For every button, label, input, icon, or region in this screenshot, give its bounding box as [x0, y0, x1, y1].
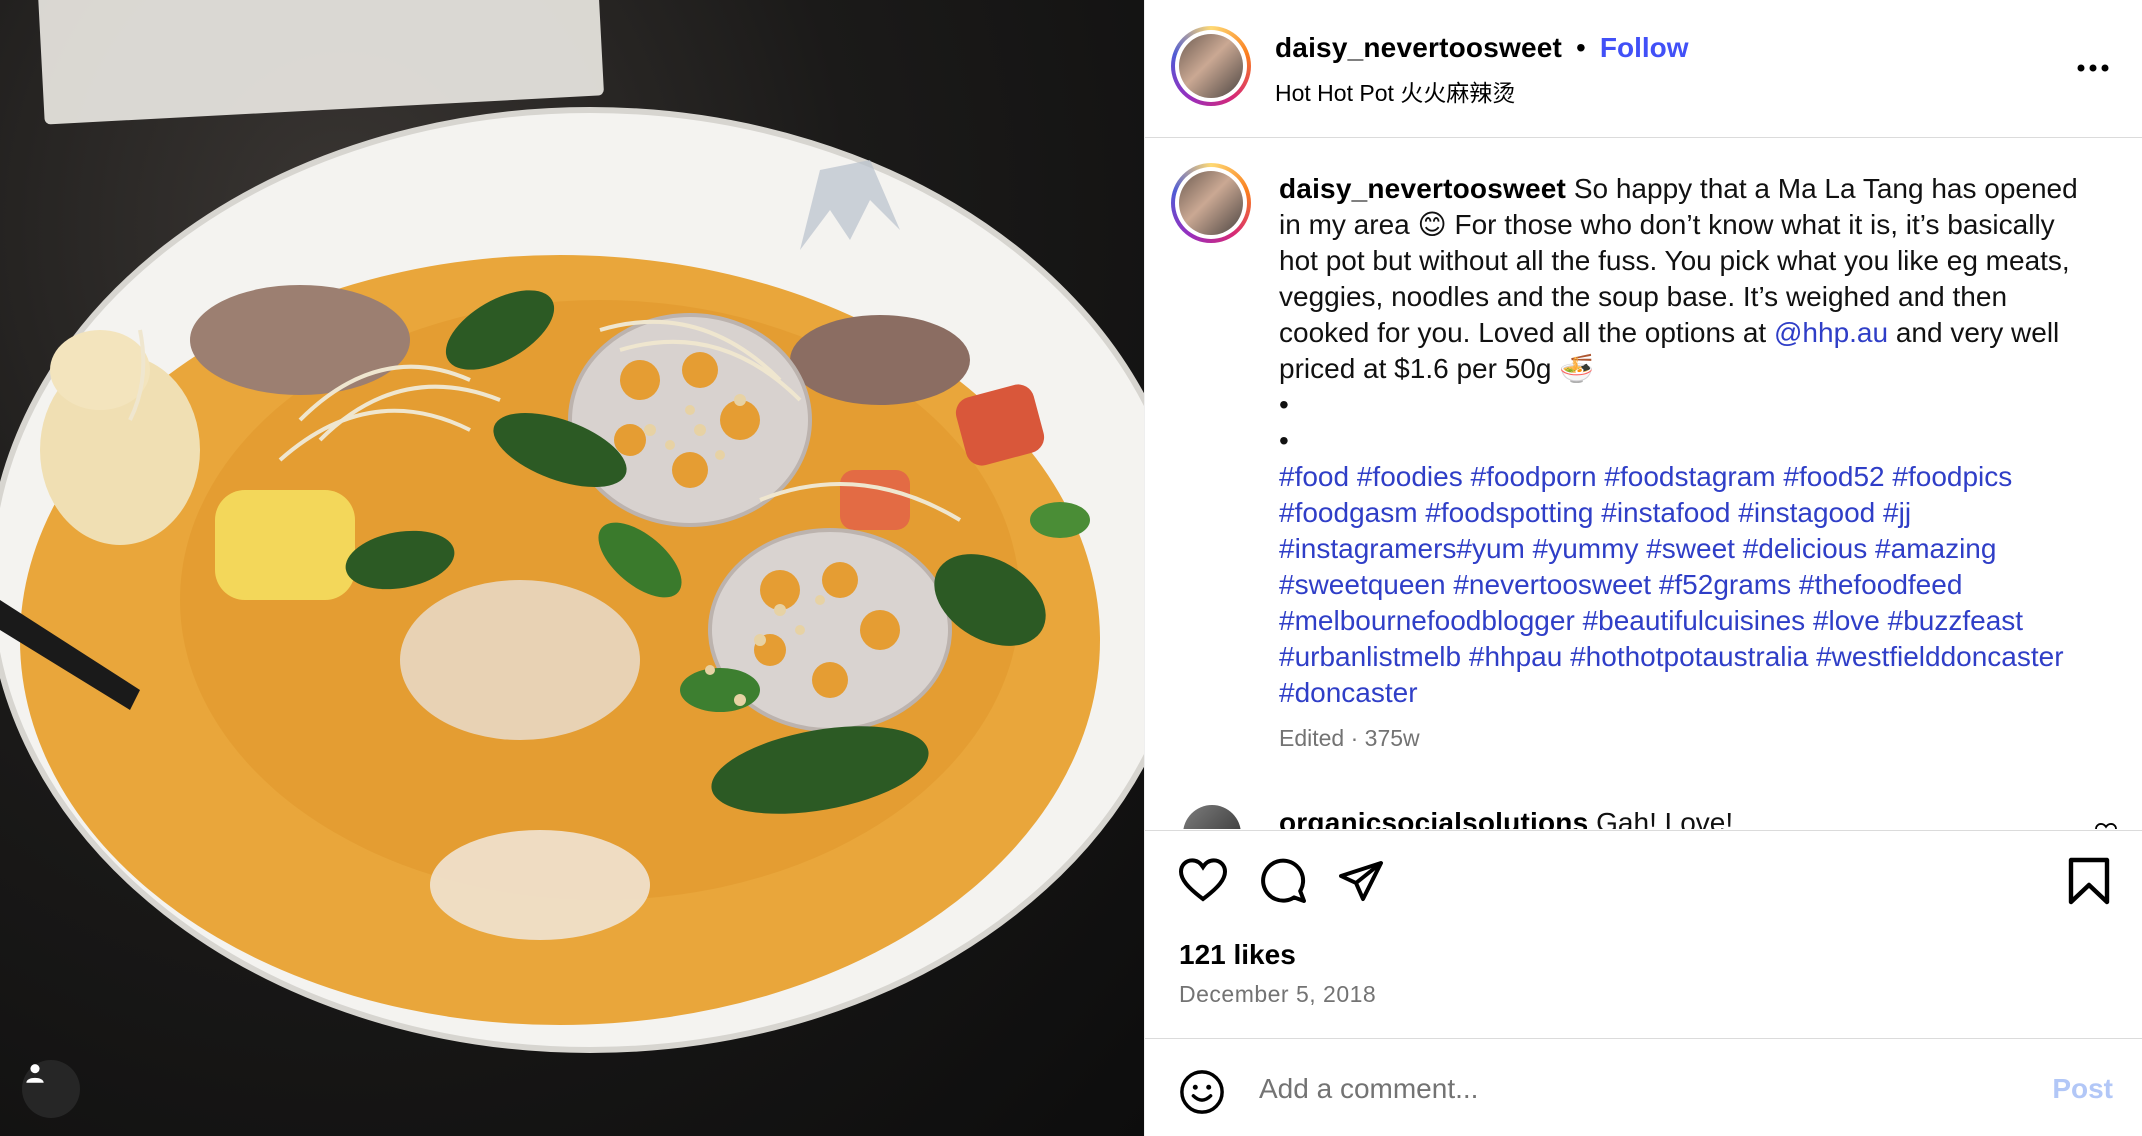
hashtag-link[interactable]: #foodspotting: [1425, 497, 1593, 528]
caption-avatar[interactable]: [1171, 163, 1251, 243]
hashtag-link[interactable]: #nevertoosweet: [1453, 569, 1651, 600]
post-comment-button[interactable]: Post: [2052, 1073, 2113, 1105]
hashtag-link[interactable]: #foodies: [1357, 461, 1463, 492]
location-link[interactable]: Hot Hot Pot 火火麻辣烫: [1275, 74, 1515, 108]
hashtag-link[interactable]: #love: [1813, 605, 1880, 636]
hashtag-link[interactable]: #beautifulcuisines: [1583, 605, 1806, 636]
comment-input[interactable]: [1259, 1065, 1999, 1113]
emoji-picker-button[interactable]: [1179, 1069, 1225, 1115]
author-username[interactable]: daisy_nevertoosweet: [1275, 32, 1562, 64]
post-header: daisy_nevertoosweet • Follow Hot Hot Pot…: [1145, 0, 2142, 138]
mention-link[interactable]: @hhp.au: [1774, 317, 1888, 348]
caption-username[interactable]: daisy_nevertoosweet: [1279, 173, 1566, 204]
post-actions: 121 likes December 5, 2018: [1145, 830, 2142, 1038]
smiley-icon: [1180, 1070, 1224, 1114]
food-illustration: [0, 107, 1144, 1053]
follow-button[interactable]: Follow: [1600, 32, 1689, 64]
separator-dot: •: [1576, 32, 1586, 63]
hashtag-link[interactable]: #westfielddoncaster: [1816, 641, 2063, 672]
hashtag-link[interactable]: #hothotpotaustralia: [1570, 641, 1808, 672]
comment-bubble-icon: [1261, 858, 1306, 903]
hashtag-link[interactable]: #melbournefoodblogger: [1279, 605, 1575, 636]
hashtag-link[interactable]: #yummy: [1533, 533, 1639, 564]
paper-plane-icon: [1339, 861, 1383, 901]
hashtag-link[interactable]: #delicious: [1743, 533, 1868, 564]
hashtag-link[interactable]: #instagramers#yum: [1279, 533, 1525, 564]
save-button[interactable]: [2067, 857, 2117, 907]
user-tag-button[interactable]: [22, 1060, 80, 1118]
hashtag-link[interactable]: #sweetqueen: [1279, 569, 1446, 600]
hashtag-link[interactable]: #amazing: [1875, 533, 1996, 564]
hashtag-link[interactable]: #thefoodfeed: [1799, 569, 1963, 600]
caption-bullet: •: [1279, 389, 1289, 420]
heart-icon: [1178, 858, 1228, 902]
hashtag-link[interactable]: #doncaster: [1279, 677, 1418, 708]
hashtag-link[interactable]: #foodstagram: [1604, 461, 1775, 492]
more-options-button[interactable]: [2073, 50, 2113, 86]
more-options-icon: [2077, 64, 2109, 72]
comment-username[interactable]: organicsocialsolutions: [1279, 807, 1588, 829]
likes-count[interactable]: 121 likes: [1179, 939, 1296, 971]
hashtag-link[interactable]: #foodgasm: [1279, 497, 1418, 528]
add-comment-bar: Post: [1145, 1038, 2142, 1136]
like-button[interactable]: [1178, 857, 1229, 907]
hashtag-link[interactable]: #urbanlistmelb: [1279, 641, 1461, 672]
comment-text: Gah! Love!: [1588, 807, 1734, 829]
hashtag-list: #food #foodies #foodporn #foodstagram #f…: [1279, 461, 2064, 708]
hashtag-link[interactable]: #instagood: [1738, 497, 1875, 528]
share-button[interactable]: [1337, 857, 1387, 907]
hashtag-link[interactable]: #food: [1279, 461, 1349, 492]
hashtag-link[interactable]: #buzzfeast: [1888, 605, 2023, 636]
hashtag-link[interactable]: #instafood: [1601, 497, 1730, 528]
heart-outline-small-icon: [2095, 822, 2117, 829]
comment-like-button[interactable]: [2095, 822, 2117, 829]
hashtag-link[interactable]: #jj: [1883, 497, 1911, 528]
post-caption: daisy_nevertoosweet So happy that a Ma L…: [1279, 171, 2099, 711]
caption-meta: Edited · 375w: [1279, 725, 1420, 751]
radish: [400, 580, 640, 740]
comments-section: daisy_nevertoosweet So happy that a Ma L…: [1145, 139, 2142, 829]
potato: [215, 490, 355, 600]
hashtag-link[interactable]: #hhpau: [1469, 641, 1562, 672]
meat-slice: [190, 285, 410, 395]
comment-button[interactable]: [1259, 857, 1309, 907]
bookmark-icon: [2068, 857, 2110, 905]
post-side-panel: daisy_nevertoosweet • Follow Hot Hot Pot…: [1144, 0, 2142, 1136]
commenter-avatar[interactable]: [1183, 805, 1241, 829]
hashtag-link[interactable]: #food52: [1783, 461, 1884, 492]
caption-bullet: •: [1279, 425, 1289, 456]
author-avatar[interactable]: [1171, 26, 1251, 106]
hashtag-link[interactable]: #sweet: [1646, 533, 1735, 564]
hashtag-link[interactable]: #f52grams: [1659, 569, 1791, 600]
hashtag-link[interactable]: #foodpics: [1892, 461, 2012, 492]
post-date[interactable]: December 5, 2018: [1179, 981, 1376, 1008]
comment-item: organicsocialsolutions Gah! Love!: [1279, 807, 1733, 829]
user-tag-icon: [26, 1064, 44, 1083]
hashtag-link[interactable]: #foodporn: [1471, 461, 1597, 492]
post-photo[interactable]: [0, 0, 1144, 1136]
